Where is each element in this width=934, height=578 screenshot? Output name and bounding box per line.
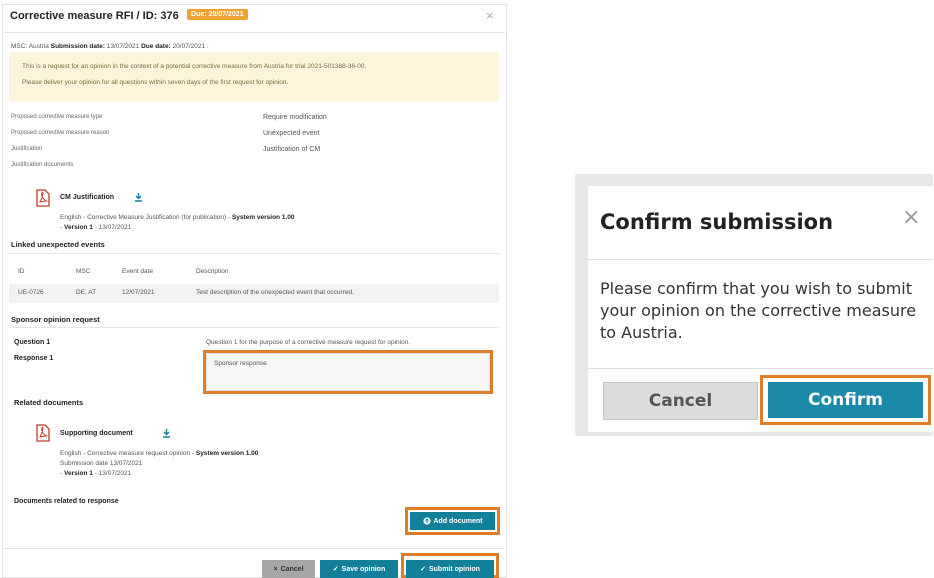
cm-doc-meta-prefix: English - Corrective Measure Justificati…: [60, 214, 231, 221]
support-doc-meta: English - Corrective measure request opi…: [60, 450, 258, 457]
info-line-1: This is a request for an opinion in the …: [22, 63, 367, 70]
divider: [9, 327, 499, 328]
cm-doc-meta: English - Corrective Measure Justificati…: [60, 214, 294, 221]
close-icon[interactable]: ×: [902, 205, 920, 230]
field-label: Proposed corrective measure reason: [11, 130, 110, 136]
save-opinion-label: Save opinion: [341, 565, 386, 573]
sponsor-request-title: Sponsor opinion request: [11, 315, 100, 324]
msc-value: MSC: Austria: [11, 43, 49, 50]
divider: [9, 253, 499, 254]
cm-justification-link[interactable]: CM Justification: [60, 194, 114, 201]
pdf-icon[interactable]: [36, 424, 50, 442]
cross-icon: ×: [273, 565, 278, 573]
submit-opinion-button[interactable]: ✓ Submit opinion: [406, 560, 494, 578]
download-icon[interactable]: [162, 429, 171, 438]
supporting-document-link[interactable]: Supporting document: [60, 430, 133, 437]
col-header-id: ID: [18, 268, 25, 275]
dialog-title: Confirm submission: [600, 210, 834, 234]
support-doc-meta-prefix: English - Corrective measure request opi…: [60, 450, 195, 457]
cancel-button[interactable]: × Cancel: [262, 560, 315, 578]
modal-title: Corrective measure RFI / ID: 376: [10, 10, 179, 22]
info-line-2: Please deliver your opinion for all ques…: [22, 79, 289, 86]
divider: [588, 259, 933, 260]
cm-doc-version-label: Version 1: [63, 224, 93, 231]
divider: [3, 548, 505, 549]
cell-event-date: 12/07/2021: [122, 289, 155, 296]
field-value: Justification of CM: [263, 146, 321, 153]
info-box: [9, 52, 499, 101]
pdf-icon[interactable]: [36, 189, 50, 207]
field-label: Proposed corrective measure type: [11, 114, 103, 120]
submit-opinion-label: Submit opinion: [428, 565, 480, 573]
add-document-button[interactable]: Add document: [410, 512, 495, 530]
dialog-message: Please confirm that you wish to submit y…: [600, 279, 917, 342]
col-header-event-date: Event date: [122, 268, 154, 275]
upload-icon: [422, 517, 431, 525]
support-doc-version: - Version 1 - 13/07/2021: [60, 470, 132, 477]
question-text: Question 1 for the purpose of a correcti…: [206, 339, 411, 346]
close-icon[interactable]: ×: [486, 8, 494, 23]
col-header-description: Description: [196, 268, 229, 275]
col-header-msc: MSC: [76, 268, 91, 275]
cm-doc-version-date: - 13/07/2021: [94, 224, 132, 231]
dialog-cancel-button[interactable]: Cancel: [603, 382, 758, 420]
response-textarea[interactable]: [206, 353, 490, 391]
submission-date-label: Submission date:: [50, 43, 105, 50]
divider: [588, 368, 933, 369]
cell-msc: DE, AT: [76, 289, 97, 296]
download-icon[interactable]: [134, 193, 143, 202]
check-icon: ✓: [332, 566, 339, 573]
cell-id: UE-0726: [18, 289, 44, 296]
support-doc-version-date: - 13/07/2021: [94, 470, 132, 477]
cm-doc-system-version: System version 1.00: [231, 214, 295, 221]
related-documents-title: Related documents: [14, 398, 84, 407]
cancel-label: Cancel: [280, 565, 304, 573]
submission-date-value: 13/07/2021: [106, 43, 140, 50]
check-icon: ✓: [420, 566, 426, 573]
due-badge: Due: 20/07/2021: [187, 9, 248, 20]
support-doc-system-version: System version 1.00: [195, 450, 259, 457]
field-value: Unexpected event: [263, 130, 320, 137]
response-value: Sponsor response: [214, 360, 267, 367]
docs-related-title: Documents related to response: [14, 498, 119, 505]
field-label: Justification documents: [11, 162, 74, 168]
cm-doc-version: - Version 1 - 13/07/2021: [60, 224, 132, 231]
field-label: Justification: [11, 146, 43, 152]
due-date-value: 20/07/2021 :: [172, 43, 209, 50]
support-doc-version-label: Version 1: [63, 470, 93, 477]
response-label: Response 1: [14, 355, 54, 362]
linked-events-title: Linked unexpected events: [11, 240, 105, 249]
field-value: Require modification: [263, 114, 327, 121]
save-opinion-button[interactable]: ✓ Save opinion: [320, 560, 398, 578]
cell-description: Test description of the unexpected event…: [196, 289, 354, 296]
add-document-label: Add document: [433, 517, 483, 525]
divider: [3, 32, 505, 33]
msc-line: MSC: Austria Submission date: 13/07/2021…: [11, 43, 209, 50]
question-label: Question 1: [14, 339, 51, 346]
support-doc-submission: Submission date 13/07/2021: [60, 460, 143, 467]
dialog-confirm-button[interactable]: Confirm: [768, 382, 923, 418]
due-date-label: Due date:: [141, 43, 171, 50]
